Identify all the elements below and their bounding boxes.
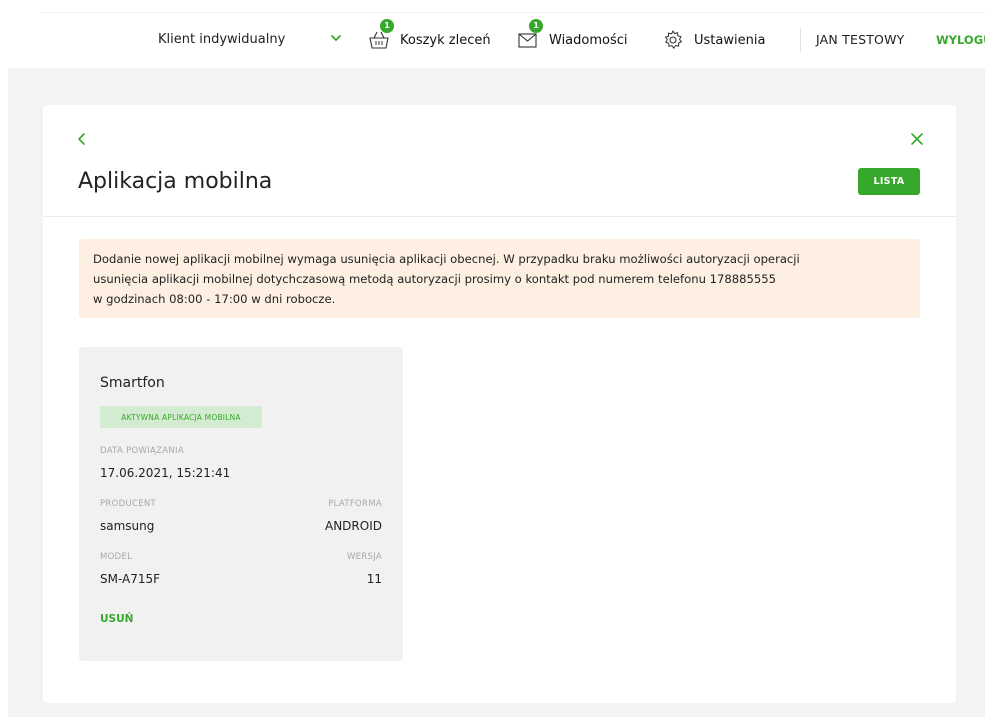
chevron-down-icon[interactable] xyxy=(330,32,342,44)
mobile-app-panel: Aplikacja mobilna LISTA Dodanie nowej ap… xyxy=(43,105,956,703)
panel-divider xyxy=(43,216,956,217)
page-title: Aplikacja mobilna xyxy=(78,169,273,194)
model-label: MODEL xyxy=(100,552,133,562)
list-button[interactable]: LISTA xyxy=(858,168,920,195)
version-value: 11 xyxy=(366,572,382,586)
notice-line: Dodanie nowej aplikacji mobilnej wymaga … xyxy=(93,252,800,266)
logout-link[interactable]: WYLOGUJ xyxy=(936,33,985,47)
nav-basket[interactable]: 1 Koszyk zleceń xyxy=(368,19,491,54)
back-arrow-icon[interactable] xyxy=(75,131,89,147)
nav-divider xyxy=(800,28,801,52)
user-name: JAN TESTOWY xyxy=(816,32,905,47)
device-card: Smartfon AKTYWNA APLIKACJA MOBILNA DATA … xyxy=(79,347,403,661)
basket-label: Koszyk zleceń xyxy=(400,32,491,48)
top-navigation-bar: Klient indywidualny 1 Koszyk zleceń 1 Wi… xyxy=(0,0,985,68)
producer-value: samsung xyxy=(100,519,155,533)
envelope-icon: 1 xyxy=(517,19,543,51)
status-badge: AKTYWNA APLIKACJA MOBILNA xyxy=(100,406,262,428)
platform-value: ANDROID xyxy=(325,519,382,533)
info-notice: Dodanie nowej aplikacji mobilnej wymaga … xyxy=(79,239,920,318)
messages-count-badge: 1 xyxy=(529,19,543,33)
basket-count-badge: 1 xyxy=(380,19,394,33)
nav-settings[interactable]: Ustawienia xyxy=(662,26,765,54)
version-label: WERSJA xyxy=(346,552,382,562)
link-date-label: DATA POWIĄZANIA xyxy=(100,446,184,456)
nav-messages[interactable]: 1 Wiadomości xyxy=(517,19,628,54)
settings-label: Ustawienia xyxy=(694,32,766,48)
topbar-divider xyxy=(40,12,985,13)
basket-icon: 1 xyxy=(368,19,394,51)
notice-line: w godzinach 08:00 - 17:00 w dni robocze. xyxy=(93,292,336,306)
device-name: Smartfon xyxy=(100,375,165,391)
client-type-select[interactable]: Klient indywidualny xyxy=(158,32,285,47)
gear-icon xyxy=(662,29,684,51)
remove-device-link[interactable]: USUŃ xyxy=(100,613,133,625)
producer-label: PRODUCENT xyxy=(100,499,157,509)
close-icon[interactable] xyxy=(909,131,925,147)
link-date-value: 17.06.2021, 15:21:41 xyxy=(100,466,231,480)
notice-line: usunięcia aplikacji mobilnej dotychczaso… xyxy=(93,272,777,286)
platform-label: PLATFORMA xyxy=(328,499,382,509)
messages-label: Wiadomości xyxy=(549,32,628,48)
model-value: SM-A715F xyxy=(100,572,161,586)
